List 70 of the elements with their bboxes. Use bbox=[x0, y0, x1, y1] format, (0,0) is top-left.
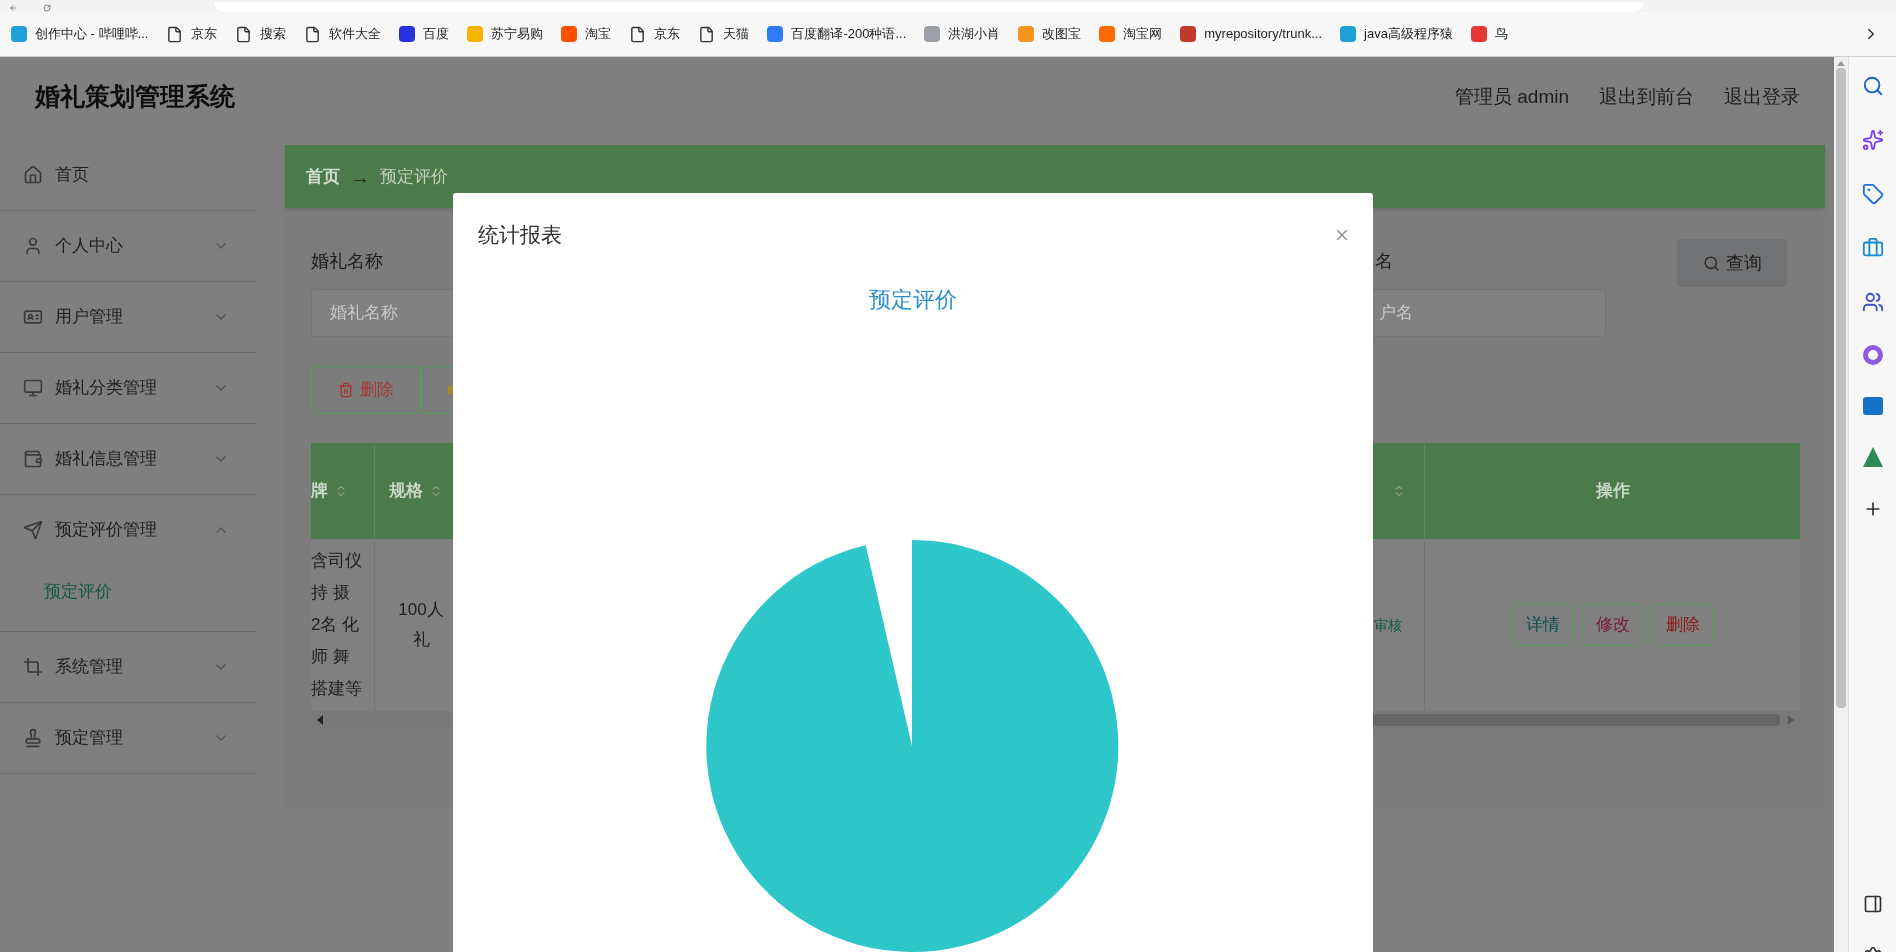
bookmark[interactable]: 京东 bbox=[157, 19, 227, 49]
search-icon bbox=[1702, 254, 1720, 272]
field-label: 婚礼名称 bbox=[311, 250, 384, 273]
bookmark[interactable]: myrepository/trunk... bbox=[1171, 19, 1331, 49]
page-icon bbox=[304, 25, 322, 43]
bookmark[interactable]: 淘宝网 bbox=[1090, 19, 1172, 49]
header-link[interactable]: 管理员 admin bbox=[1454, 82, 1569, 112]
scroll-left-icon[interactable] bbox=[317, 715, 323, 725]
bookmark[interactable]: 创作中心 - 哔哩哔... bbox=[2, 19, 158, 49]
sidebar-item[interactable]: 个人中心 bbox=[0, 211, 256, 281]
search-button[interactable]: 查询 bbox=[1677, 239, 1787, 287]
app-title: 婚礼策划管理系统 bbox=[35, 81, 235, 113]
page-icon bbox=[629, 25, 647, 43]
sidebar-item[interactable]: 系统管理 bbox=[0, 632, 256, 702]
bookmark[interactable]: java高级程序猿 bbox=[1331, 19, 1462, 49]
header-link[interactable]: 退出到前台 bbox=[1599, 82, 1694, 112]
crop-icon bbox=[23, 657, 43, 677]
sidebar-toggle-icon[interactable] bbox=[1862, 894, 1883, 914]
wallet-icon bbox=[23, 449, 43, 469]
reload-icon[interactable] bbox=[40, 4, 54, 12]
row-action-button[interactable]: 修改 bbox=[1582, 604, 1643, 646]
bookmark[interactable]: 百度 bbox=[390, 19, 459, 49]
breadcrumb-current: 预定评价 bbox=[380, 165, 448, 188]
scrollbar-thumb[interactable] bbox=[1373, 714, 1780, 726]
table-header: 操作 bbox=[1594, 480, 1631, 503]
tag-icon[interactable] bbox=[1861, 183, 1884, 205]
breadcrumb-arrow: → bbox=[350, 164, 370, 190]
bookmark[interactable]: 洪湖小肖 bbox=[915, 19, 1010, 49]
bookmark[interactable]: 搜索 bbox=[226, 19, 296, 49]
search-icon[interactable] bbox=[1861, 75, 1884, 97]
page-icon bbox=[166, 25, 184, 43]
page-icon bbox=[698, 25, 716, 43]
bookmark[interactable]: 鸟 bbox=[1461, 19, 1517, 49]
scrollbar-thumb[interactable] bbox=[1836, 68, 1846, 708]
trash-icon bbox=[338, 382, 354, 398]
sidebar-item[interactable]: 用户管理 bbox=[0, 282, 256, 352]
table-cell-text: 100人 礼 bbox=[397, 599, 445, 651]
id-card-icon bbox=[23, 307, 43, 327]
sidebar-item[interactable]: 预定评价管理 bbox=[0, 495, 256, 565]
header-link[interactable]: 退出登录 bbox=[1724, 82, 1800, 112]
briefcase-icon[interactable] bbox=[1861, 237, 1884, 259]
bookmark[interactable]: 天猫 bbox=[689, 19, 759, 49]
bookmark[interactable]: 改图宝 bbox=[1009, 19, 1091, 49]
bookmark[interactable]: 苏宁易购 bbox=[458, 19, 553, 49]
bookmark[interactable]: 京东 bbox=[620, 19, 690, 49]
sidebar-item[interactable]: 婚礼信息管理 bbox=[0, 424, 256, 494]
stamp-icon bbox=[23, 728, 43, 748]
sidebar-item[interactable]: 预定管理 bbox=[0, 703, 256, 773]
bookmark[interactable]: 淘宝 bbox=[552, 19, 621, 49]
paper-plane-icon bbox=[23, 520, 43, 540]
sparkle-icon[interactable] bbox=[1861, 129, 1884, 151]
bookmark[interactable]: 软件大全 bbox=[295, 19, 391, 49]
bookmark[interactable]: 百度翻译-200种语... bbox=[758, 19, 916, 49]
page-scrollbar[interactable] bbox=[1834, 57, 1848, 952]
monitor-icon bbox=[23, 378, 43, 398]
row-action-button[interactable]: 详情 bbox=[1512, 604, 1573, 646]
scroll-right-icon[interactable] bbox=[1788, 715, 1794, 725]
breadcrumb-home[interactable]: 首页 bbox=[306, 163, 340, 190]
ring-icon[interactable] bbox=[1862, 345, 1883, 365]
person-icon bbox=[23, 236, 43, 256]
status-text: 审核 bbox=[1374, 615, 1402, 635]
field-label: 名 bbox=[1374, 250, 1394, 273]
page-icon bbox=[235, 25, 253, 43]
sidebar-item[interactable]: 婚礼分类管理 bbox=[0, 353, 256, 423]
sidebar-item[interactable]: 首页 bbox=[0, 140, 256, 210]
people-icon[interactable] bbox=[1861, 291, 1884, 313]
dialog-title: 统计报表 bbox=[478, 222, 562, 248]
chart-title: 预定评价 bbox=[869, 285, 957, 314]
home-icon bbox=[23, 165, 43, 185]
row-action-button[interactable]: 删除 bbox=[1652, 604, 1713, 646]
